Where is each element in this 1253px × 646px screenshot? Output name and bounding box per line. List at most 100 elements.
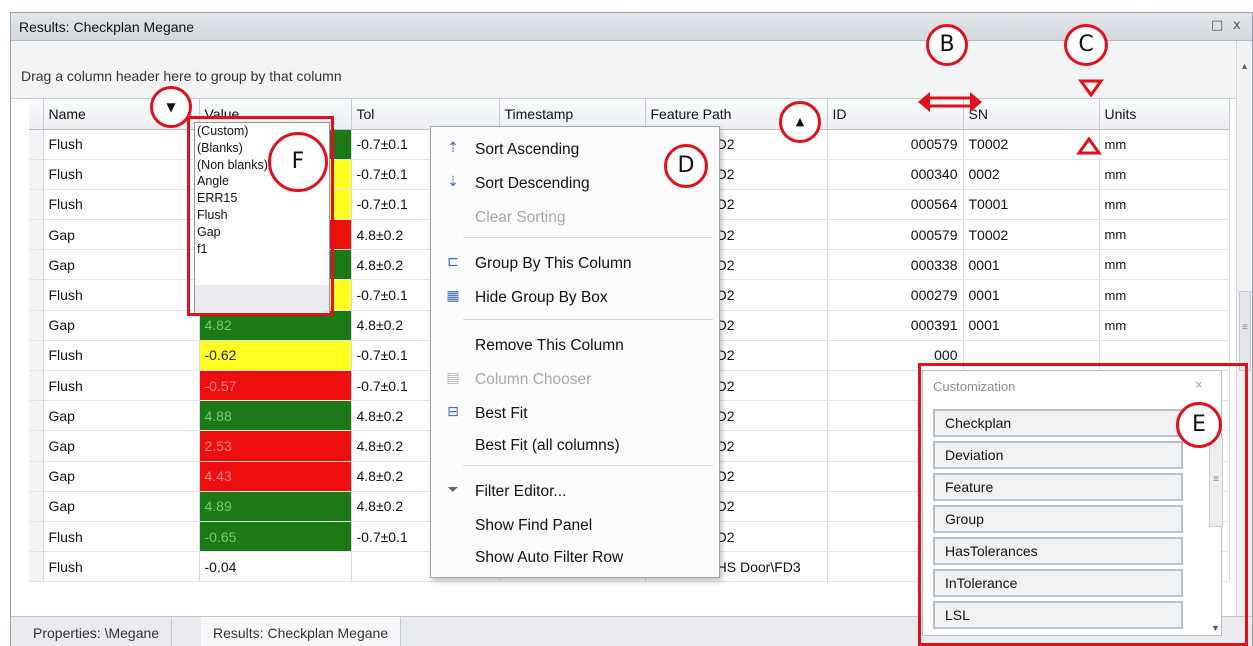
column-header-units[interactable]: Units <box>1099 99 1230 130</box>
row-indicator[interactable] <box>29 129 44 160</box>
cell-value[interactable]: 4.43 <box>199 461 352 492</box>
cell-name[interactable]: Gap <box>43 491 200 522</box>
group-by-icon: ⊏ <box>447 254 459 270</box>
row-indicator[interactable] <box>29 551 44 583</box>
cell-value[interactable]: -0.57 <box>199 370 352 402</box>
annotation-label-c: C <box>1064 24 1108 66</box>
cell-value[interactable]: -0.62 <box>199 340 352 372</box>
menu-separator <box>463 237 713 238</box>
sort-indicator-icon: ▲ <box>795 115 805 128</box>
move-column-marker-up-icon <box>1076 136 1102 155</box>
row-indicator[interactable] <box>29 461 44 492</box>
cell-id[interactable]: 000579 <box>827 129 964 160</box>
resize-column-arrow-icon <box>918 92 982 112</box>
cell-name[interactable]: Gap <box>43 461 200 492</box>
cell-units[interactable]: mm <box>1099 279 1230 311</box>
cell-id[interactable]: 000579 <box>827 219 964 251</box>
column-chooser-label: Column Chooser <box>475 371 592 388</box>
cell-name[interactable]: Flush <box>43 189 200 221</box>
close-icon[interactable]: x <box>1233 18 1241 33</box>
cell-sn[interactable]: 0002 <box>963 159 1100 190</box>
menu-item-show-auto-filter-row[interactable]: Show Auto Filter Row <box>431 543 719 573</box>
cell-name[interactable]: Flush <box>43 521 200 553</box>
show-auto-filter-row-label: Show Auto Filter Row <box>475 549 624 566</box>
tab-results[interactable]: Results: Checkplan Megane <box>201 617 402 646</box>
cell-id[interactable]: 000338 <box>827 249 964 281</box>
cell-name[interactable]: Flush <box>43 370 200 402</box>
menu-item-show-find-panel[interactable]: Show Find Panel <box>431 511 719 541</box>
row-indicator[interactable] <box>29 521 44 553</box>
menu-item-remove-column[interactable]: Remove This Column <box>431 331 719 361</box>
cell-name[interactable]: Flush <box>43 279 200 311</box>
menu-separator <box>463 319 713 320</box>
cell-id[interactable]: 000279 <box>827 279 964 311</box>
row-indicator[interactable] <box>29 219 44 251</box>
cell-units[interactable]: mm <box>1099 129 1230 160</box>
cell-value[interactable]: 4.88 <box>199 400 352 432</box>
cell-name[interactable]: Flush <box>43 551 200 583</box>
cell-name[interactable]: Flush <box>43 340 200 372</box>
row-indicator[interactable] <box>29 279 44 311</box>
column-header-timestamp[interactable]: Timestamp <box>499 99 646 130</box>
cell-id[interactable]: 000391 <box>827 310 964 341</box>
row-indicator[interactable] <box>29 340 44 372</box>
menu-item-filter-editor[interactable]: ⏷ Filter Editor... <box>431 477 719 507</box>
cell-units[interactable]: mm <box>1099 159 1230 190</box>
scroll-thumb[interactable]: ≡ <box>1239 291 1251 371</box>
cell-value[interactable]: 2.53 <box>199 430 352 462</box>
filter-editor-label: Filter Editor... <box>475 483 567 500</box>
row-indicator[interactable] <box>29 310 44 341</box>
cell-name[interactable]: Gap <box>43 400 200 432</box>
column-header-name-label: Name <box>48 105 86 122</box>
tab-properties[interactable]: Properties: \Megane <box>21 617 173 646</box>
row-indicator[interactable] <box>29 189 44 221</box>
menu-item-column-chooser[interactable]: ▤ Column Chooser <box>431 365 719 395</box>
row-indicator[interactable] <box>29 249 44 281</box>
cell-name[interactable]: Gap <box>43 310 200 341</box>
row-indicator[interactable] <box>29 491 44 522</box>
group-hint-text: Drag a column header here to group by th… <box>21 68 342 84</box>
row-indicator-header <box>29 99 44 130</box>
cell-id[interactable]: 000340 <box>827 159 964 190</box>
row-indicator[interactable] <box>29 159 44 190</box>
remove-column-label: Remove This Column <box>475 337 624 354</box>
maximize-icon[interactable]: □ <box>1211 18 1223 33</box>
row-indicator[interactable] <box>29 370 44 402</box>
cell-value[interactable]: -0.65 <box>199 521 352 553</box>
column-header-id-label: ID <box>832 105 847 122</box>
column-header-tol[interactable]: Tol <box>351 99 500 130</box>
cell-sn[interactable]: 0001 <box>963 310 1100 341</box>
scroll-up-icon[interactable]: ▲ <box>1240 61 1249 71</box>
cell-id[interactable]: 000564 <box>827 189 964 221</box>
row-indicator[interactable] <box>29 400 44 432</box>
cell-name[interactable]: Gap <box>43 430 200 462</box>
cell-value[interactable]: 4.89 <box>199 491 352 522</box>
sort-ascending-label: Sort Ascending <box>475 141 580 158</box>
cell-sn[interactable]: 0001 <box>963 279 1100 311</box>
sort-descending-label: Sort Descending <box>475 175 590 192</box>
cell-sn[interactable]: T0002 <box>963 219 1100 251</box>
cell-value[interactable]: -0.04 <box>199 551 352 583</box>
cell-units[interactable]: mm <box>1099 310 1230 341</box>
cell-units[interactable]: mm <box>1099 219 1230 251</box>
cell-name[interactable]: Flush <box>43 129 200 160</box>
screenshot: { "window":{"title":"Results: Checkplan … <box>0 0 1253 646</box>
filter-icon: ▼ <box>166 100 176 114</box>
menu-item-hide-group-box[interactable]: ▦ Hide Group By Box <box>431 283 719 313</box>
row-indicator[interactable] <box>29 430 44 462</box>
cell-units[interactable]: mm <box>1099 249 1230 281</box>
cell-sn[interactable]: 0001 <box>963 249 1100 281</box>
hide-group-box-icon: ▦ <box>446 288 460 304</box>
panel-title: Results: Checkplan Megane <box>19 19 195 35</box>
cell-name[interactable]: Gap <box>43 219 200 251</box>
menu-item-group-by[interactable]: ⊏ Group By This Column <box>431 249 719 279</box>
column-header-sn[interactable]: SN <box>963 99 1100 130</box>
menu-item-best-fit[interactable]: ⊟ Best Fit <box>431 399 719 429</box>
cell-sn[interactable]: T0001 <box>963 189 1100 221</box>
cell-name[interactable]: Gap <box>43 249 200 281</box>
annotation-label-d: D <box>664 144 708 188</box>
menu-item-best-fit-all[interactable]: Best Fit (all columns) <box>431 431 719 461</box>
cell-units[interactable]: mm <box>1099 189 1230 221</box>
cell-name[interactable]: Flush <box>43 159 200 190</box>
menu-item-clear-sorting[interactable]: Clear Sorting <box>431 203 719 233</box>
